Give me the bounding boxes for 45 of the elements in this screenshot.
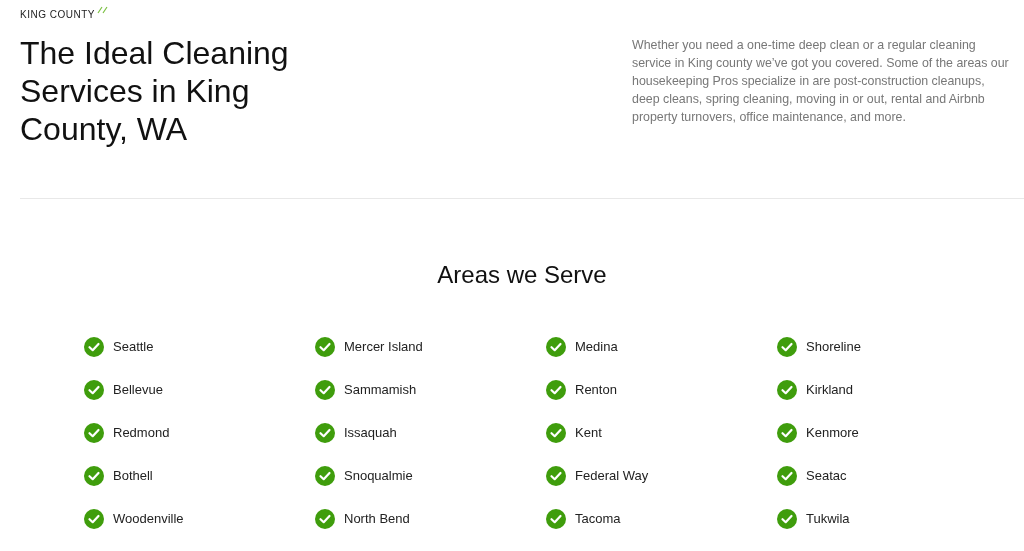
section-heading: Areas we Serve <box>436 260 608 290</box>
check-circle-icon <box>315 380 335 400</box>
check-circle-icon <box>546 509 566 529</box>
area-name: Mercer Island <box>344 338 423 357</box>
page-heading: The Ideal Cleaning Services in King County, WA <box>20 34 290 148</box>
area-name: Tukwila <box>806 510 850 529</box>
area-name: Woodenville <box>113 510 184 529</box>
intro-paragraph: Whether you need a one-time deep clean or a regular cleaning service in King county we’ve got you covered. Some of the areas our housekeeping Pros specialize in are post-construction cleanups, deep cleans, spring cleaning, moving in or out, rental and Airbnb property turnovers, office maintenance, and more. <box>632 37 1010 126</box>
area-name: Federal Way <box>575 467 649 486</box>
area-name: Issaquah <box>344 424 397 443</box>
area-name: Bothell <box>113 467 153 486</box>
check-circle-icon <box>777 466 797 486</box>
area-name: North Bend <box>344 510 410 529</box>
check-circle-icon <box>84 466 104 486</box>
area-name: Medina <box>575 338 618 357</box>
area-name: Kenmore <box>806 424 859 443</box>
check-circle-icon <box>84 423 104 443</box>
check-circle-icon <box>777 337 797 357</box>
check-circle-icon <box>777 380 797 400</box>
check-circle-icon <box>315 466 335 486</box>
check-circle-icon <box>777 423 797 443</box>
check-circle-icon <box>315 337 335 357</box>
check-circle-icon <box>84 337 104 357</box>
check-circle-icon <box>777 509 797 529</box>
area-name: Kirkland <box>806 381 853 400</box>
area-name: Snoqualmie <box>344 467 413 486</box>
area-name: Seatac <box>806 467 847 486</box>
area-name: Seattle <box>113 338 154 357</box>
area-name: Kent <box>575 424 602 443</box>
check-circle-icon <box>84 380 104 400</box>
check-circle-icon <box>315 509 335 529</box>
eyebrow-label: KING COUNTY <box>20 8 95 22</box>
check-circle-icon <box>546 423 566 443</box>
check-circle-icon <box>315 423 335 443</box>
area-name: Renton <box>575 381 617 400</box>
area-name: Bellevue <box>113 381 163 400</box>
slash-icon <box>96 4 109 14</box>
check-circle-icon <box>84 509 104 529</box>
area-name: Tacoma <box>575 510 621 529</box>
area-name: Redmond <box>113 424 170 443</box>
check-circle-icon <box>546 466 566 486</box>
area-name: Sammamish <box>344 381 417 400</box>
area-name: Shoreline <box>806 338 861 357</box>
check-circle-icon <box>546 337 566 357</box>
check-circle-icon <box>546 380 566 400</box>
